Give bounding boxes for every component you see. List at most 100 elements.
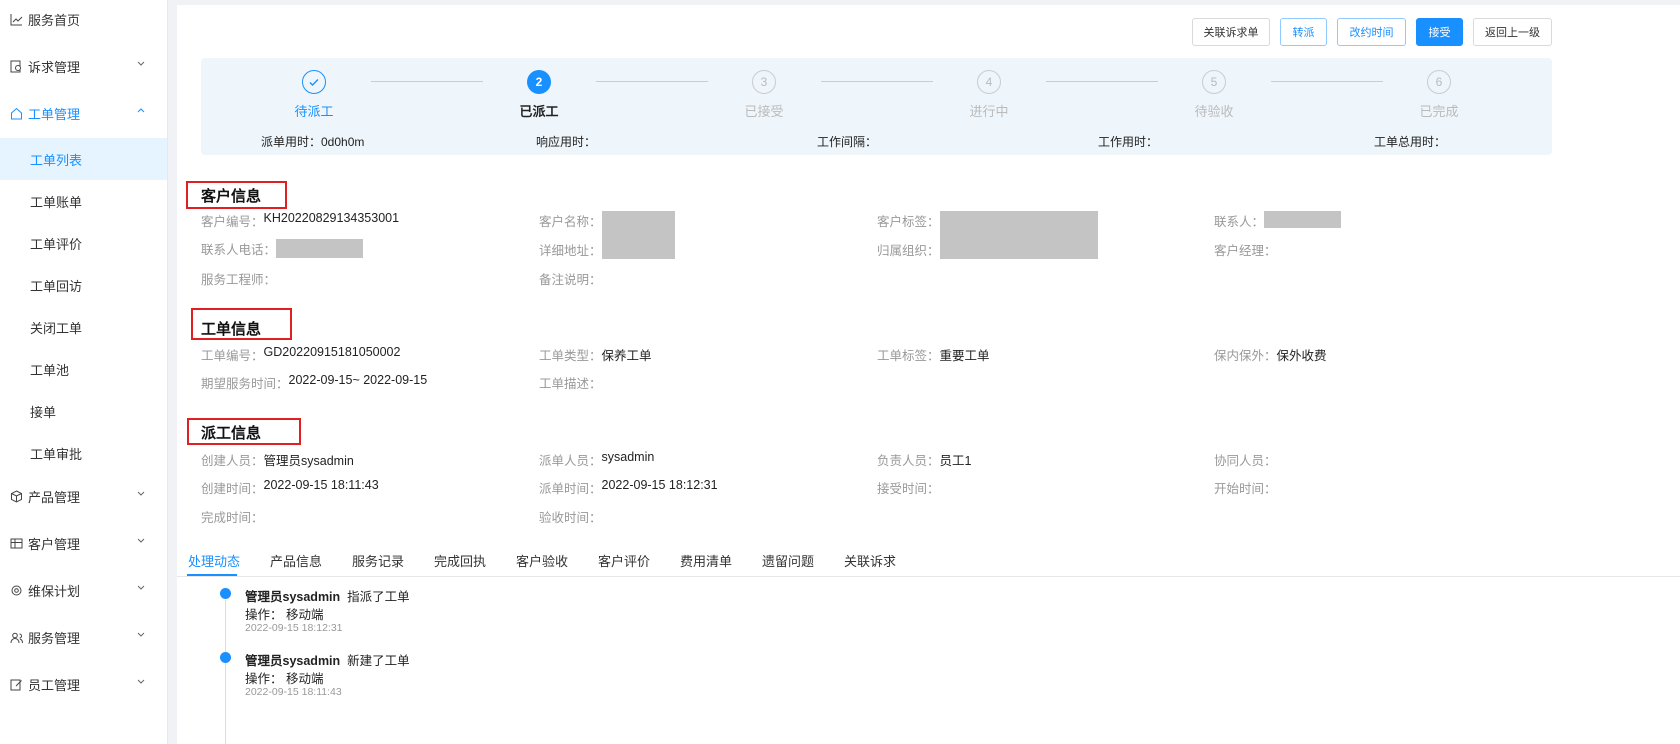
chevron-down-icon <box>137 679 145 684</box>
tab-expense-list[interactable]: 费用清单 <box>680 551 732 570</box>
tab-service-records[interactable]: 服务记录 <box>352 551 404 570</box>
step-label: 已完成 <box>1419 104 1459 119</box>
step-completed: 6 已完成 <box>1379 70 1499 120</box>
tab-product-info[interactable]: 产品信息 <box>270 551 322 570</box>
metric-work-time: 工作用时： <box>1098 135 1159 149</box>
customer-address: 详细地址： <box>539 244 602 258</box>
detail-tabs: 处理动态 产品信息 服务记录 完成回执 客户验收 客户评价 费用清单 遗留问题 … <box>177 547 1680 577</box>
nav-label: 员工管理 <box>28 677 81 693</box>
owner: 负责人员： 员工1 <box>877 454 972 468</box>
nav-label: 客户管理 <box>28 536 81 552</box>
customer-remark: 备注说明： <box>539 273 602 287</box>
check-icon <box>302 70 326 94</box>
order-section-title: 工单信息 <box>201 320 262 338</box>
chevron-down-icon <box>137 491 145 496</box>
settings-icon <box>9 583 23 597</box>
nav-service-home[interactable]: 服务首页 <box>0 4 167 34</box>
tab-activity[interactable]: 处理动态 <box>188 551 240 570</box>
order-tag: 工单标签： 重要工单 <box>877 349 990 363</box>
step-label: 已接受 <box>744 104 784 119</box>
step-label: 待派工 <box>294 104 334 119</box>
step-number: 6 <box>1427 70 1451 94</box>
sidebar-item-workorder-revisit[interactable]: 工单回访 <box>0 264 167 306</box>
tab-completion-receipt[interactable]: 完成回执 <box>434 551 486 570</box>
service-engineer: 服务工程师： <box>201 273 277 287</box>
redacted-block <box>276 239 364 258</box>
sidebar-item-workorder-list[interactable]: 工单列表 <box>0 138 167 180</box>
dispatch-section-title: 派工信息 <box>201 424 262 442</box>
nav-appeal-mgmt[interactable]: 诉求管理 <box>0 51 167 81</box>
nav-workorder-mgmt[interactable]: 工单管理 <box>0 98 167 128</box>
step-label: 进行中 <box>969 104 1009 119</box>
nav-label: 服务首页 <box>28 12 81 28</box>
timeline-entry-title: 管理员sysadmin 指派了工单 <box>245 590 410 604</box>
step-number: 3 <box>752 70 776 94</box>
transfer-button[interactable]: 转派 <box>1280 18 1327 46</box>
chevron-down-icon <box>137 585 145 590</box>
timeline-entry-title: 管理员sysadmin 新建了工单 <box>245 654 410 668</box>
contact-phone: 联系人电话： <box>201 239 364 258</box>
line-chart-icon <box>9 12 23 26</box>
metric-dispatch-time: 派单用时：0d0h0m <box>261 135 365 149</box>
step-pending-dispatch: 待派工 <box>254 70 374 120</box>
timeline-line <box>225 600 226 744</box>
creator: 创建人员： 管理员sysadmin <box>201 454 354 468</box>
accept-button[interactable]: 接受 <box>1416 18 1463 46</box>
page-root: 服务首页 诉求管理 工单管理 工单列表 工单账单 工单评价 工单回访 关闭工单 … <box>0 0 1680 744</box>
step-connector <box>821 81 933 82</box>
sidebar-item-workorder-pool[interactable]: 工单池 <box>0 348 167 390</box>
timeline-dot <box>220 588 231 599</box>
nav-maintenance-plan[interactable]: 维保计划 <box>0 575 167 605</box>
sidebar-item-workorder-approval[interactable]: 工单审批 <box>0 432 167 474</box>
tab-customer-acceptance[interactable]: 客户验收 <box>516 551 568 570</box>
nav-service-mgmt[interactable]: 服务管理 <box>0 622 167 652</box>
accepted-time: 接受时间： <box>877 482 940 496</box>
step-in-progress: 4 进行中 <box>929 70 1049 120</box>
tab-customer-review[interactable]: 客户评价 <box>598 551 650 570</box>
metric-total-time: 工单总用时： <box>1374 135 1447 149</box>
sidebar-item-workorder-bill[interactable]: 工单账单 <box>0 180 167 222</box>
redacted-block <box>1264 211 1342 228</box>
redacted-block <box>939 211 1098 259</box>
sidebar-divider <box>168 0 177 744</box>
sidebar-item-workorder-review[interactable]: 工单评价 <box>0 222 167 264</box>
step-pending-check: 5 待验收 <box>1154 70 1274 120</box>
customer-org: 归属组织： <box>877 244 940 258</box>
user-group-icon <box>9 630 23 644</box>
assistant: 协同人员： <box>1214 454 1277 468</box>
check-time: 验收时间： <box>539 511 602 525</box>
chevron-down-icon <box>137 61 145 66</box>
step-accepted: 3 已接受 <box>704 70 824 120</box>
cube-icon <box>9 489 23 503</box>
home-icon <box>9 106 23 120</box>
step-label: 待验收 <box>1194 104 1234 119</box>
tab-legacy-issues[interactable]: 遗留问题 <box>762 551 814 570</box>
nav-customer-mgmt[interactable]: 客户管理 <box>0 528 167 558</box>
created-time: 创建时间： 2022-09-15 18:11:43 <box>201 478 379 496</box>
order-description: 工单描述： <box>539 377 602 391</box>
start-time: 开始时间： <box>1214 482 1277 496</box>
step-connector <box>371 81 483 82</box>
chevron-up-icon <box>137 108 145 113</box>
related-appeal-button[interactable]: 关联诉求单 <box>1192 18 1270 46</box>
redacted-block <box>601 211 675 259</box>
back-button[interactable]: 返回上一级 <box>1473 18 1552 46</box>
contact-person: 联系人： <box>1214 211 1342 230</box>
sidebar-item-take-order[interactable]: 接单 <box>0 390 167 432</box>
customer-section-title: 客户信息 <box>201 187 262 205</box>
metric-work-interval: 工作间隔： <box>817 135 878 149</box>
timeline-dot <box>220 652 231 663</box>
nav-label: 产品管理 <box>28 489 81 505</box>
tab-related-appeals[interactable]: 关联诉求 <box>844 551 896 570</box>
progress-steps: 待派工 2 已派工 3 已接受 4 进行中 5 待验收 6 已完成 派单用时：0… <box>201 58 1552 155</box>
order-type: 工单类型： 保养工单 <box>539 349 652 363</box>
nav-staff-mgmt[interactable]: 员工管理 <box>0 669 167 699</box>
nav-product-mgmt[interactable]: 产品管理 <box>0 481 167 511</box>
step-dispatched: 2 已派工 <box>479 70 599 120</box>
timeline-entry-time: 2022-09-15 18:12:31 <box>245 622 343 634</box>
chevron-down-icon <box>137 632 145 637</box>
timeline-entry-op: 操作： 移动端 <box>245 608 324 622</box>
sidebar-item-close-workorder[interactable]: 关闭工单 <box>0 306 167 348</box>
reschedule-button[interactable]: 改约时间 <box>1337 18 1406 46</box>
step-number: 4 <box>977 70 1001 94</box>
